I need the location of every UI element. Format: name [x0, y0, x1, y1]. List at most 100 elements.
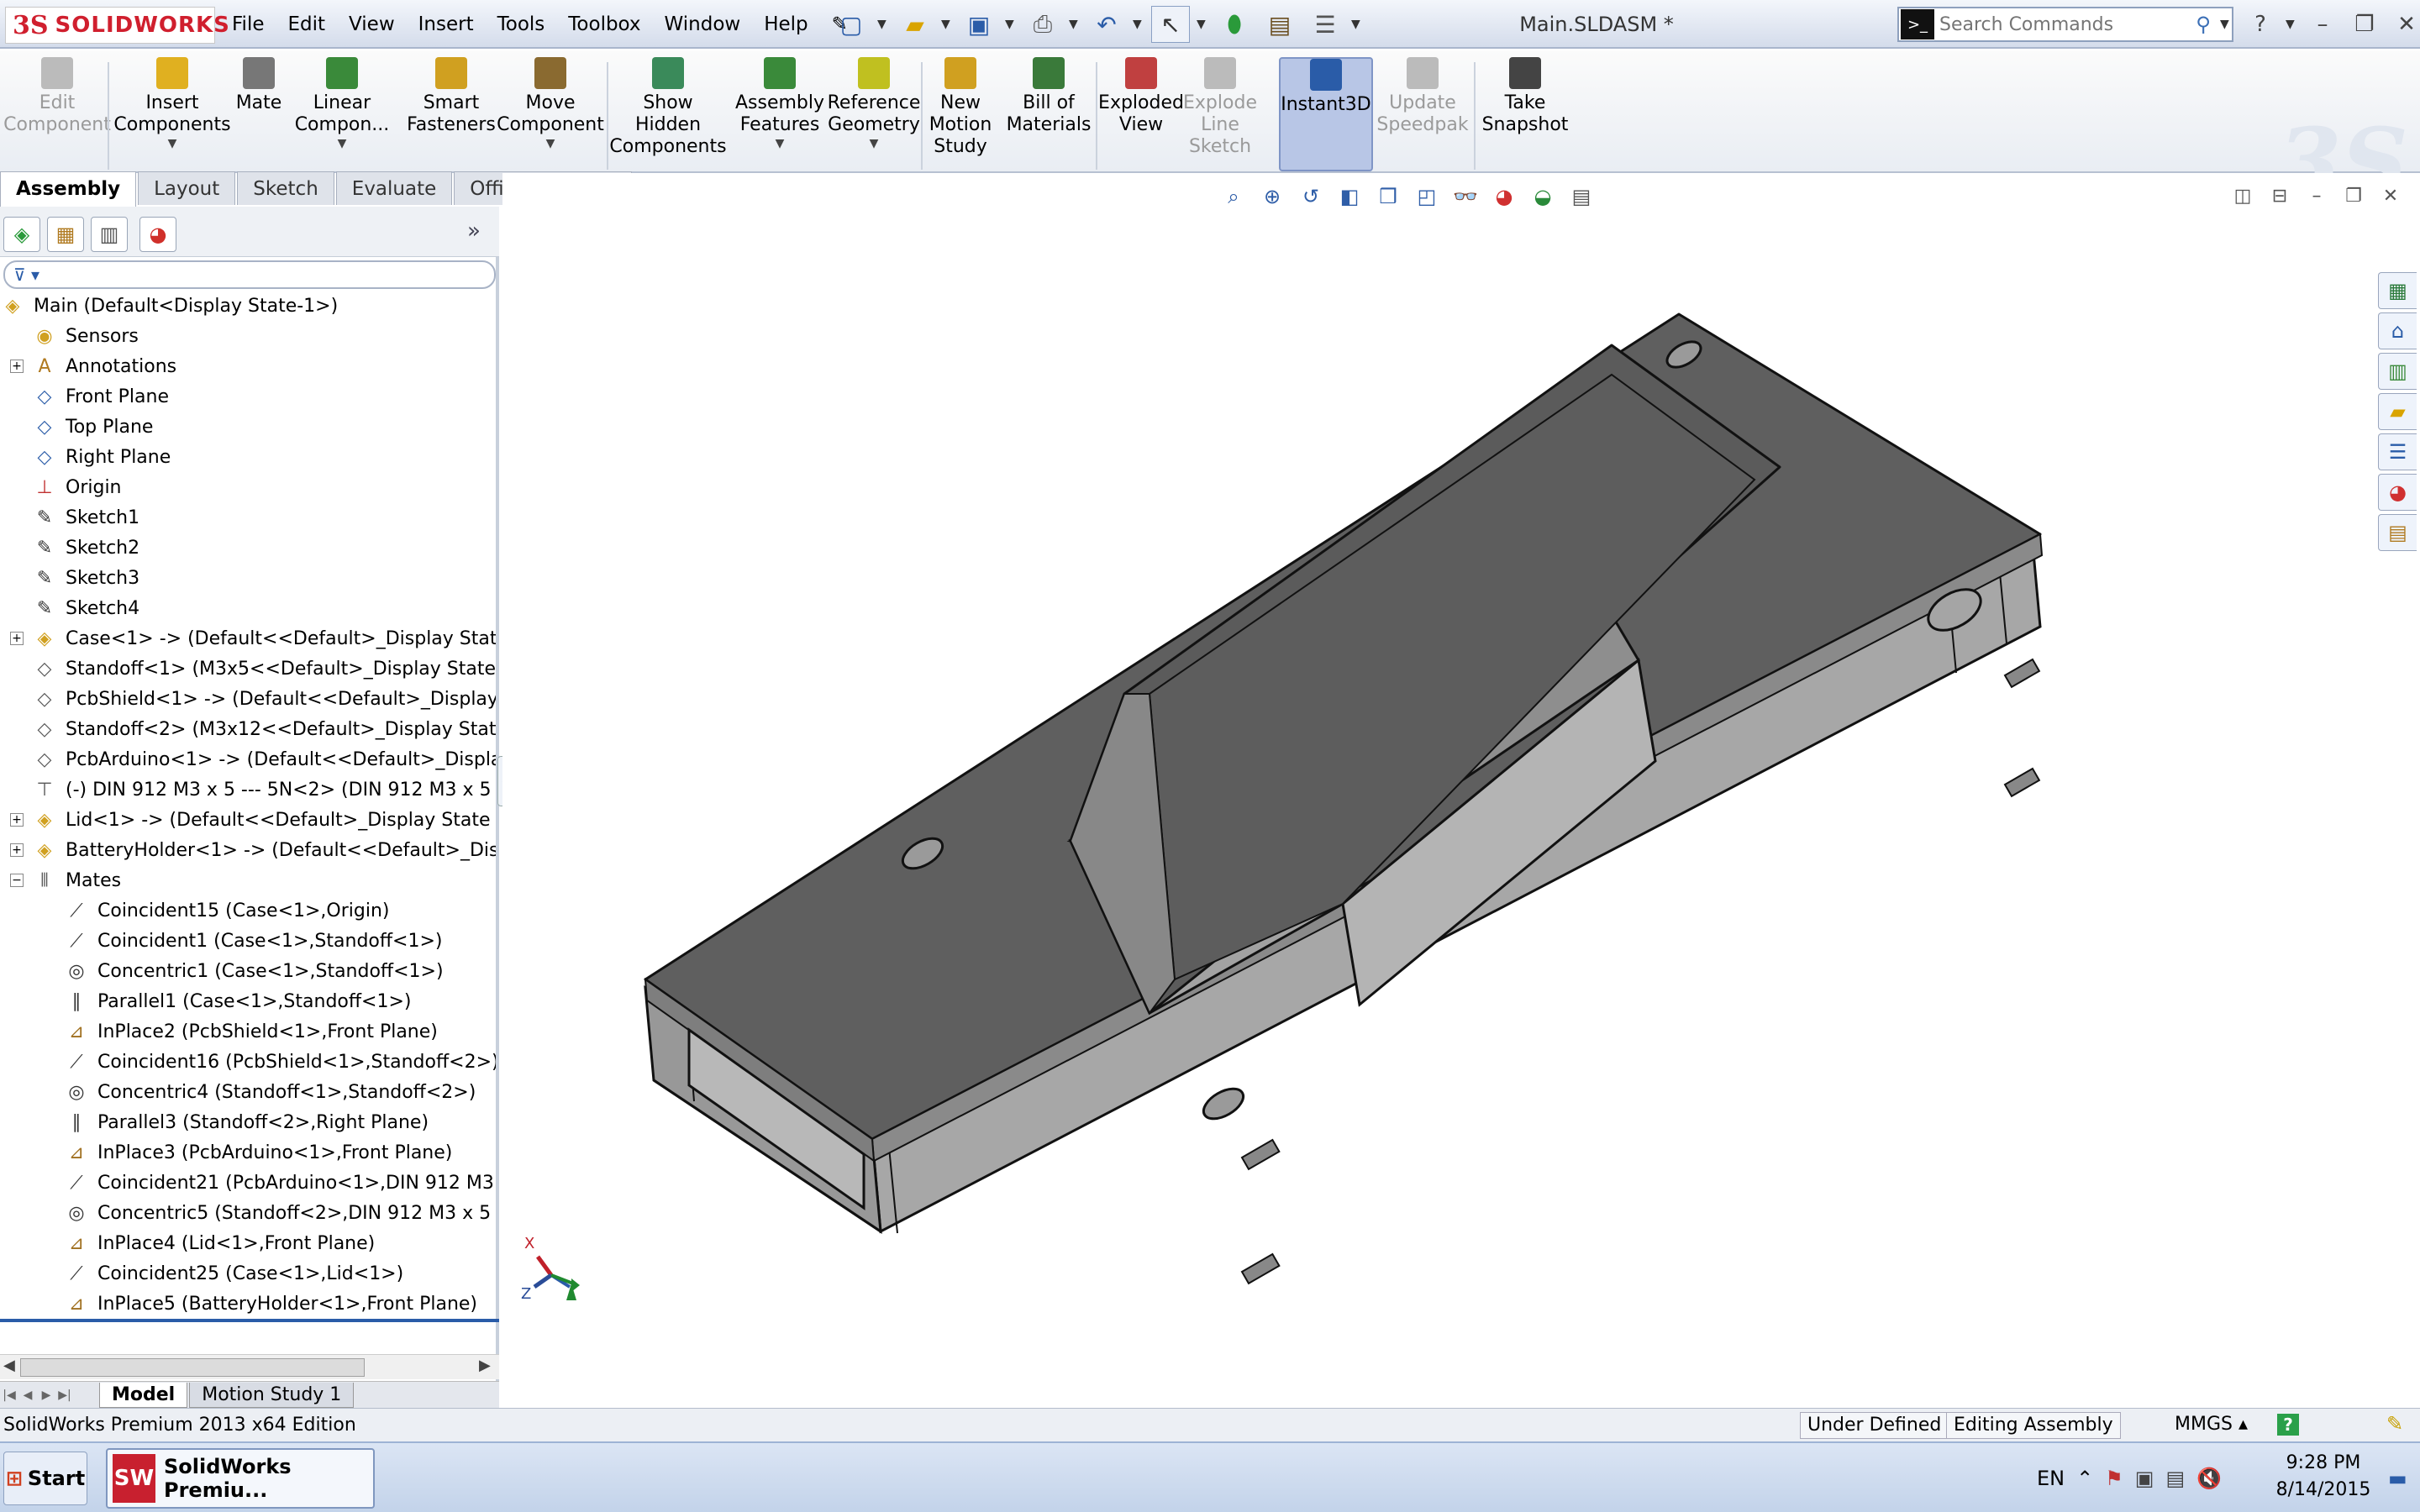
- tree-filter-input[interactable]: ⊽ ▾: [3, 260, 496, 289]
- mate-item[interactable]: ⊿ InPlace3 (PcbArduino<1>,Front Plane): [64, 1137, 453, 1168]
- chevron-down-icon[interactable]: ▼: [338, 136, 347, 151]
- view-orientation-icon[interactable]: ❒: [1373, 181, 1403, 212]
- chevron-down-icon[interactable]: ▼: [776, 136, 785, 151]
- tree-item[interactable]: + ◈ Case<1> -> (Default<<Default>_Display …: [10, 623, 496, 654]
- language-indicator[interactable]: EN: [2037, 1467, 2065, 1490]
- last-tab-icon[interactable]: ▶|: [55, 1386, 74, 1404]
- expand-icon[interactable]: +: [10, 632, 24, 645]
- mate-item[interactable]: ⟋ Coincident21 (PcbArduino<1>,DIN 912 M3 …: [64, 1168, 496, 1198]
- first-tab-icon[interactable]: |◀: [0, 1386, 18, 1404]
- linear-pattern-button[interactable]: Linear Compon... ▼: [292, 57, 392, 171]
- tree-item[interactable]: ◇ Front Plane: [32, 381, 169, 412]
- undo-icon[interactable]: ↶: [1087, 6, 1126, 43]
- scroll-left-icon[interactable]: ◀: [3, 1357, 15, 1374]
- view-palette-icon[interactable]: ☰: [2378, 433, 2417, 470]
- tile-vertical-icon[interactable]: ◫: [2230, 183, 2255, 208]
- chevron-down-icon[interactable]: ▼: [1351, 18, 1363, 31]
- units-selector[interactable]: MMGS ▴: [2168, 1412, 2254, 1439]
- explode-line-sketch-button[interactable]: Explode Line Sketch: [1183, 57, 1257, 171]
- reference-geometry-button[interactable]: Reference Geometry ▼: [828, 57, 920, 171]
- device-icon[interactable]: ▣: [2135, 1467, 2154, 1490]
- save-icon[interactable]: ▣: [960, 6, 998, 43]
- viewport-minimize-icon[interactable]: –: [2304, 183, 2329, 208]
- action-center-flag-icon[interactable]: ⚑: [2105, 1467, 2123, 1490]
- solidworks-taskbar-button[interactable]: SW SolidWorks Premiu...: [106, 1448, 375, 1509]
- file-explorer-icon[interactable]: ▰: [2378, 393, 2417, 430]
- tree-item[interactable]: ⊤ (-) DIN 912 M3 x 5 --- 5N<2> (DIN 912 M…: [32, 774, 496, 805]
- custom-properties-icon[interactable]: ▤: [2378, 514, 2417, 551]
- exploded-view-button[interactable]: Exploded View: [1098, 57, 1184, 171]
- tree-item[interactable]: ✎ Sketch3: [32, 563, 139, 593]
- minimize-icon[interactable]: –: [2306, 8, 2339, 41]
- quick-tips-icon[interactable]: ?: [2277, 1414, 2299, 1436]
- tree-item[interactable]: + ◈ Lid<1> -> (Default<<Default>_Display S…: [10, 805, 496, 835]
- chevron-down-icon[interactable]: ▼: [941, 18, 953, 31]
- mate-item[interactable]: ⟋ Coincident15 (Case<1>,Origin): [64, 895, 389, 926]
- tree-item[interactable]: ✎ Sketch2: [32, 533, 139, 563]
- tree-item[interactable]: ✎ Sketch4: [32, 593, 139, 623]
- select-pointer-icon[interactable]: ↖: [1151, 6, 1190, 43]
- menu-file[interactable]: File: [220, 3, 276, 45]
- tab-evaluate[interactable]: Evaluate: [335, 171, 453, 205]
- chevron-down-icon[interactable]: ▼: [1133, 18, 1144, 31]
- search-icon[interactable]: ⚲: [2186, 13, 2220, 36]
- restore-icon[interactable]: ❐: [2348, 8, 2381, 41]
- chevron-down-icon[interactable]: ▼: [546, 136, 555, 151]
- menu-toolbox[interactable]: Toolbox: [556, 3, 652, 45]
- chevron-down-icon[interactable]: ▼: [168, 136, 177, 151]
- tree-item[interactable]: ◉ Sensors: [32, 321, 138, 351]
- mate-item[interactable]: ⊿ InPlace4 (Lid<1>,Front Plane): [64, 1228, 375, 1258]
- mate-button[interactable]: Mate: [235, 57, 282, 171]
- smart-fasteners-button[interactable]: Smart Fasteners: [407, 57, 496, 171]
- tree-item[interactable]: ◇ Top Plane: [32, 412, 154, 442]
- zoom-to-fit-icon[interactable]: ⌕: [1218, 181, 1249, 212]
- feature-manager-tab-icon[interactable]: ◈: [3, 217, 40, 252]
- next-tab-icon[interactable]: ▶: [37, 1386, 55, 1404]
- update-speedpak-button[interactable]: Update Speedpak: [1376, 57, 1469, 171]
- tree-item[interactable]: + ◈ BatteryHolder<1> -> (Default<<Default>…: [10, 835, 496, 865]
- previous-view-icon[interactable]: ↺: [1296, 181, 1326, 212]
- graphics-area[interactable]: ⌕ ⊕ ↺ ◧ ❒ ◰ 👓 ◕ ◒ ▤ ◫ ⊟ – ❐ ✕ ▦ ⌂ ▥ ▰ ☰ …: [502, 173, 2420, 1381]
- instant3d-button[interactable]: Instant3D: [1279, 57, 1373, 171]
- scroll-right-icon[interactable]: ▶: [479, 1357, 491, 1374]
- mate-item[interactable]: ⊿ InPlace2 (PcbShield<1>,Front Plane): [64, 1016, 438, 1047]
- start-button[interactable]: ⊞ Start: [3, 1452, 87, 1505]
- take-snapshot-button[interactable]: Take Snapshot: [1482, 57, 1568, 171]
- tree-item[interactable]: ◇ PcbArduino<1> -> (Default<<Default>_Dis…: [32, 744, 496, 774]
- edit-appearance-icon[interactable]: ◕: [1489, 181, 1519, 212]
- mate-item[interactable]: ⊿ InPlace5 (BatteryHolder<1>,Front Plane): [64, 1289, 477, 1319]
- mate-item[interactable]: ⟋ Coincident16 (PcbShield<1>,Standoff<2>): [64, 1047, 496, 1077]
- menu-help[interactable]: Help: [752, 3, 819, 45]
- volume-muted-icon[interactable]: 🔇: [2196, 1467, 2222, 1490]
- configuration-manager-tab-icon[interactable]: ▥: [91, 217, 128, 252]
- tab-model[interactable]: Model: [99, 1382, 188, 1408]
- chevron-down-icon[interactable]: ▼: [1197, 18, 1208, 31]
- rebuild-notice-icon[interactable]: ✎: [2386, 1412, 2403, 1436]
- tile-horizontal-icon[interactable]: ⊟: [2267, 183, 2292, 208]
- solidworks-resources-icon[interactable]: ▦: [2378, 272, 2417, 309]
- tree-item[interactable]: ◇ Standoff<1> (M3x5<<Default>_Display Sta…: [32, 654, 496, 684]
- mate-item[interactable]: ◎ Concentric5 (Standoff<2>,DIN 912 M3 x 5…: [64, 1198, 496, 1228]
- property-manager-tab-icon[interactable]: ▦: [47, 217, 84, 252]
- prev-tab-icon[interactable]: ◀: [18, 1386, 37, 1404]
- tree-root-assembly[interactable]: ◈ Main (Default<Display State-1>): [0, 291, 339, 321]
- tab-assembly[interactable]: Assembly: [0, 171, 137, 207]
- new-motion-study-button[interactable]: New Motion Study: [929, 57, 992, 171]
- view-settings-icon[interactable]: ▤: [1566, 181, 1597, 212]
- chevron-down-icon[interactable]: ▼: [1005, 18, 1017, 31]
- tree-item[interactable]: + A Annotations: [10, 351, 176, 381]
- viewport-restore-icon[interactable]: ❐: [2341, 183, 2366, 208]
- home-icon[interactable]: ⌂: [2378, 312, 2417, 349]
- viewport-close-icon[interactable]: ✕: [2378, 183, 2403, 208]
- command-prompt-icon[interactable]: >_: [1901, 9, 1934, 39]
- filter-icon[interactable]: ⊽ ▾: [13, 265, 39, 285]
- scroll-thumb[interactable]: [20, 1358, 365, 1377]
- show-desktop-icon[interactable]: ▬: [2388, 1467, 2407, 1490]
- chevron-down-icon[interactable]: ▼: [2286, 18, 2297, 31]
- file-properties-icon[interactable]: ▤: [1260, 6, 1299, 43]
- tab-layout[interactable]: Layout: [138, 171, 236, 205]
- chevron-down-icon[interactable]: ▼: [1069, 18, 1081, 31]
- mate-item[interactable]: ∥ Parallel3 (Standoff<2>,Right Plane): [64, 1107, 429, 1137]
- show-hidden-components-button[interactable]: Show Hidden Components: [609, 57, 727, 171]
- expand-icon[interactable]: +: [10, 843, 24, 857]
